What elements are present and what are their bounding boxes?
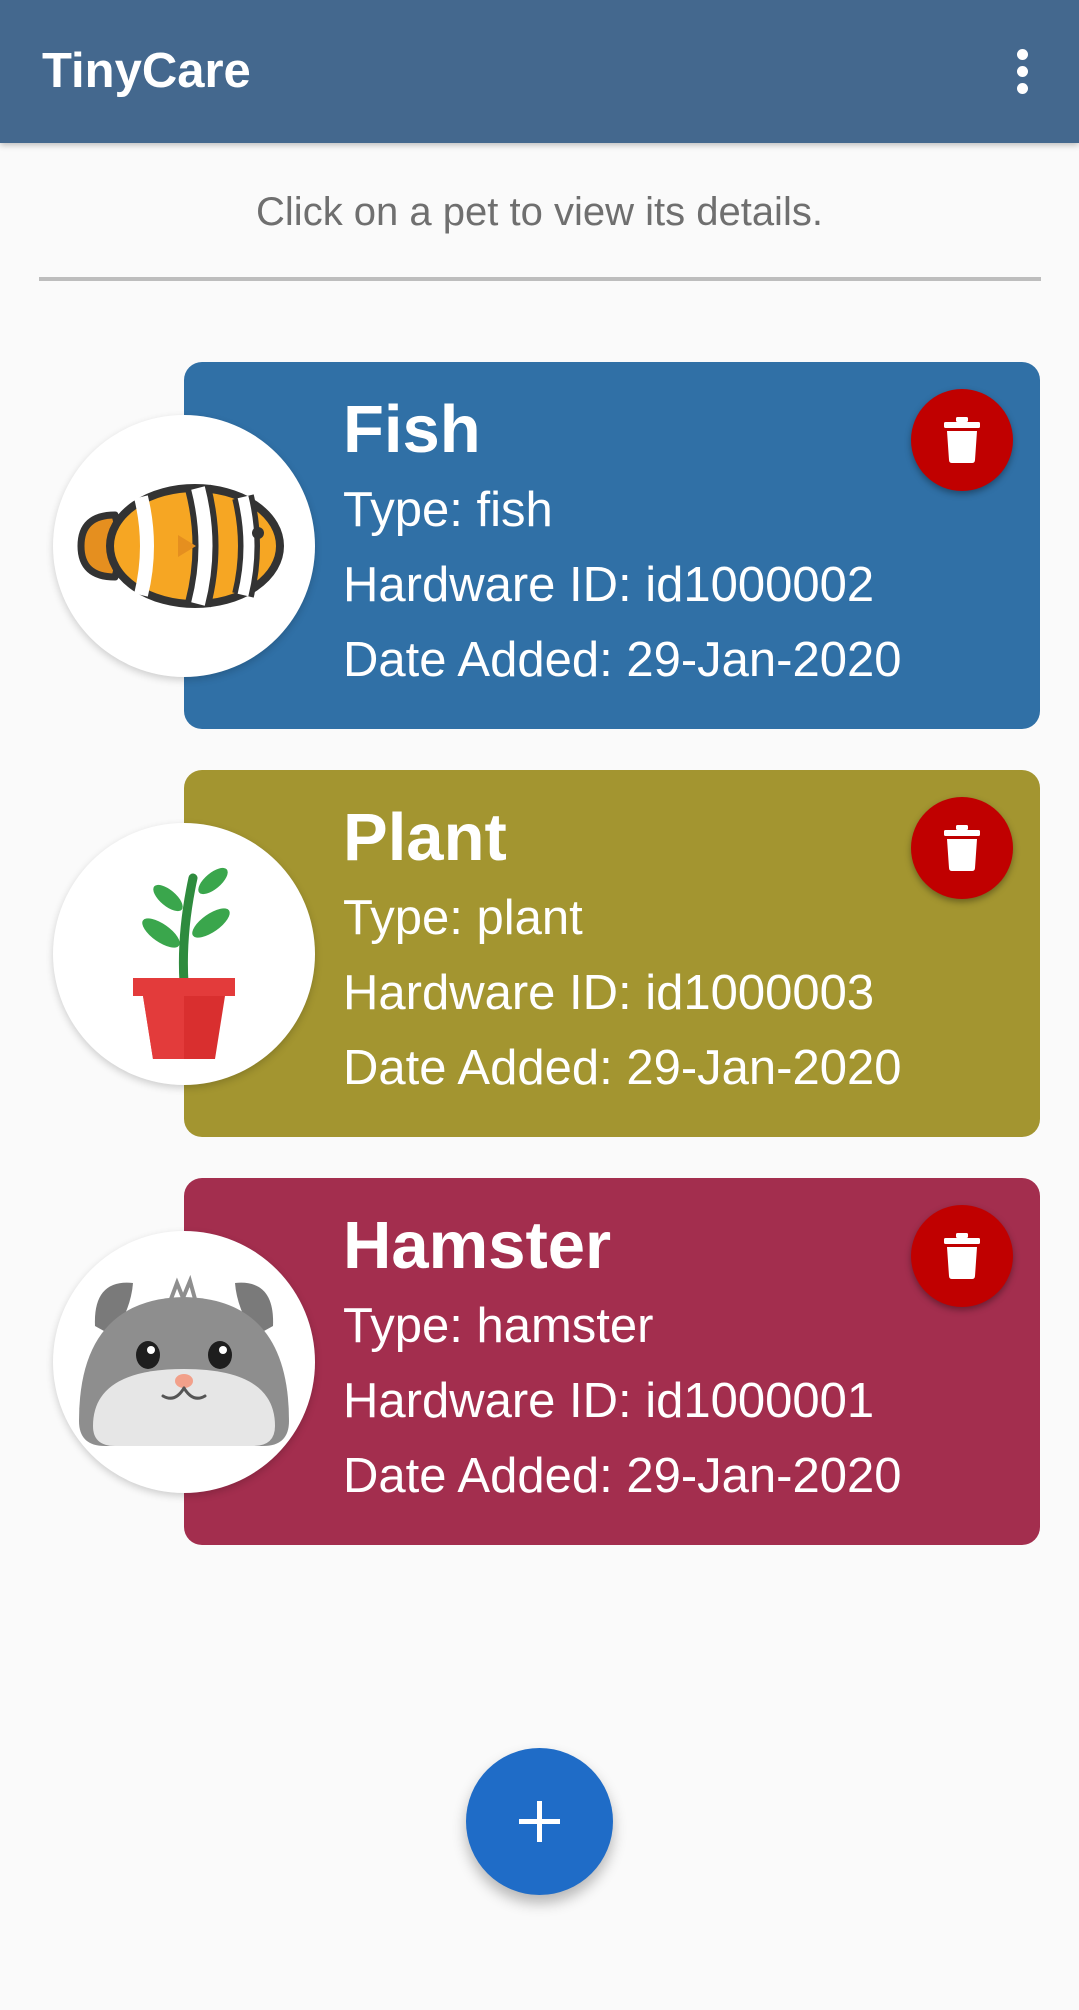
trash-icon	[944, 825, 980, 871]
pet-hardware-id: Hardware ID: id1000003	[343, 966, 875, 1020]
pet-name: Hamster	[343, 1208, 612, 1283]
plus-icon	[519, 1801, 560, 1842]
trash-icon	[944, 1233, 980, 1279]
pet-avatar-hamster[interactable]	[53, 1231, 315, 1493]
app-bar: TinyCare	[0, 0, 1079, 143]
hint-text: Click on a pet to view its details.	[256, 190, 823, 234]
app-title: TinyCare	[42, 44, 251, 98]
add-pet-button[interactable]	[466, 1748, 613, 1895]
pet-avatar-plant[interactable]	[53, 823, 315, 1085]
more-vert-icon[interactable]	[990, 36, 1054, 106]
delete-button[interactable]	[911, 389, 1013, 491]
clownfish-icon	[77, 484, 284, 608]
pet-type: Type: fish	[343, 483, 553, 537]
delete-button[interactable]	[911, 797, 1013, 899]
trash-icon	[944, 417, 980, 463]
potted-plant-icon	[133, 867, 235, 1059]
pet-hardware-id: Hardware ID: id1000001	[343, 1374, 875, 1428]
delete-button[interactable]	[911, 1205, 1013, 1307]
pet-name: Fish	[343, 392, 481, 467]
pet-date-added: Date Added: 29-Jan-2020	[343, 1449, 902, 1503]
pet-type: Type: hamster	[343, 1299, 654, 1353]
pet-hardware-id: Hardware ID: id1000002	[343, 558, 875, 612]
pet-date-added: Date Added: 29-Jan-2020	[343, 1041, 902, 1095]
pet-date-added: Date Added: 29-Jan-2020	[343, 633, 902, 687]
divider	[39, 277, 1041, 281]
pet-avatar-fish[interactable]	[53, 415, 315, 677]
pet-type: Type: plant	[343, 891, 583, 945]
pet-name: Plant	[343, 800, 507, 875]
hamster-icon	[79, 1274, 289, 1446]
